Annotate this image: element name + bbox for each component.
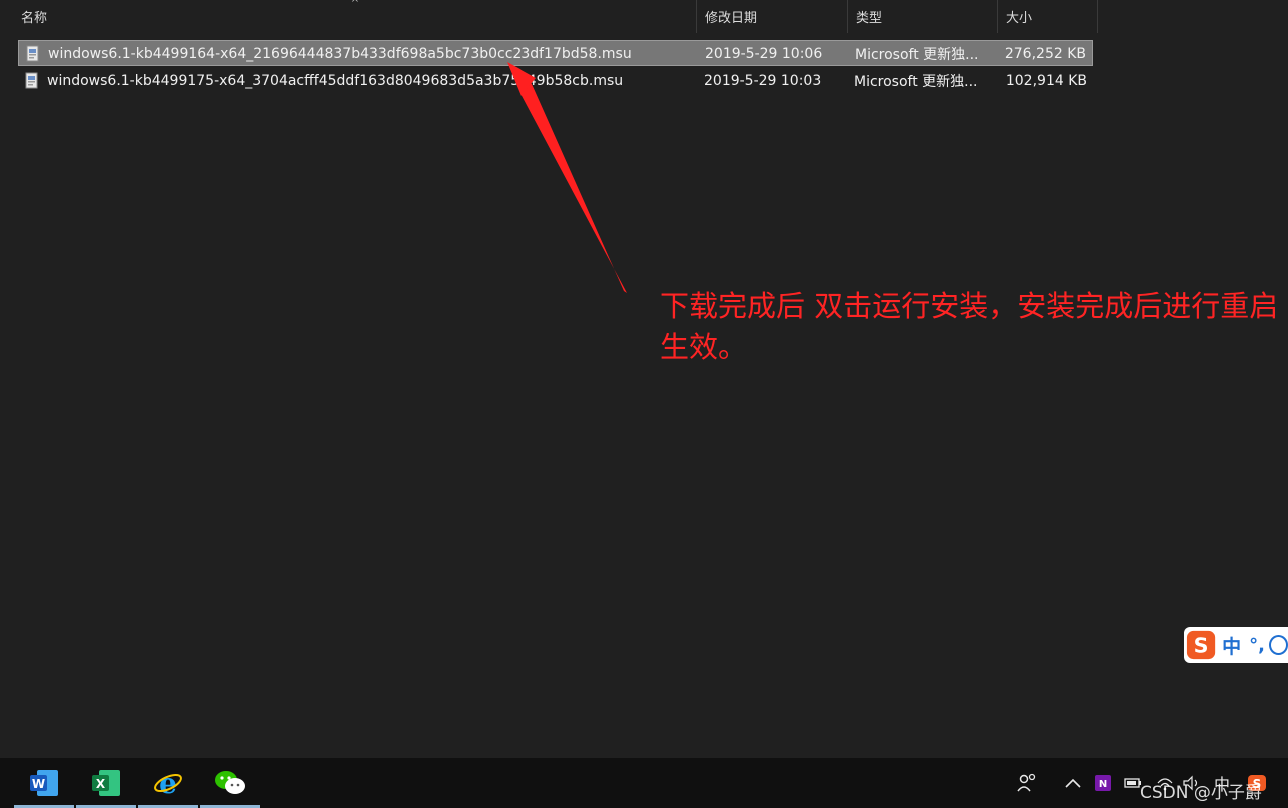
msu-file-icon (26, 45, 39, 62)
explorer-window: ^ 名称 修改日期 类型 大小 windows6.1-kb4499164-x64… (0, 0, 1288, 808)
sogou-logo-icon: S (1186, 630, 1216, 660)
svg-text:N: N (1099, 779, 1107, 790)
file-size: 102,914 KB (1005, 73, 1087, 89)
column-type-label: 类型 (856, 11, 883, 26)
csdn-watermark: CSDN @小子爵 (1140, 783, 1262, 803)
ime-mode[interactable]: 中 (1222, 632, 1241, 659)
file-modified: 2019-5-29 10:03 (704, 73, 822, 89)
ime-toolbar[interactable]: S 中 °, (1184, 627, 1288, 663)
column-modified-label: 修改日期 (705, 11, 758, 26)
wechat-icon (215, 771, 245, 794)
column-type[interactable]: 类型 (848, 0, 998, 33)
file-type: Microsoft 更新独... (855, 47, 979, 63)
file-name: windows6.1-kb4499164-x64_21696444837b433… (48, 46, 632, 62)
column-name[interactable]: 名称 (0, 0, 697, 33)
column-name-label: 名称 (21, 11, 48, 26)
msu-file-icon (25, 72, 38, 89)
taskbar-excel[interactable]: X (76, 758, 136, 808)
taskbar: W X e N 中 S (0, 758, 1288, 808)
file-row[interactable]: windows6.1-kb4499175-x64_3704acfff45ddf1… (18, 68, 1093, 94)
column-size[interactable]: 大小 (998, 0, 1098, 33)
word-icon: W (30, 770, 58, 796)
ime-emoji-icon[interactable] (1268, 635, 1288, 655)
column-modified[interactable]: 修改日期 (697, 0, 848, 33)
ime-punctuation[interactable]: °, (1249, 635, 1265, 656)
file-size: 276,252 KB (1004, 46, 1086, 62)
taskbar-wechat[interactable] (200, 758, 260, 808)
onenote-tray-icon[interactable]: N (1094, 758, 1112, 808)
excel-icon: X (92, 770, 120, 796)
tray-expand-icon[interactable] (1064, 758, 1082, 808)
svg-text:W: W (32, 777, 45, 791)
people-icon[interactable] (1016, 758, 1038, 808)
svg-text:e: e (159, 768, 177, 798)
file-name: windows6.1-kb4499175-x64_3704acfff45ddf1… (47, 73, 624, 89)
svg-text:X: X (96, 777, 106, 791)
annotation-arrow (507, 62, 627, 293)
file-modified: 2019-5-29 10:06 (705, 46, 823, 62)
annotation-text: 下载完成后 双击运行安装，安装完成后进行重启生效。 (660, 289, 1279, 364)
taskbar-ie[interactable]: e (138, 758, 198, 808)
column-header: ^ 名称 修改日期 类型 大小 (0, 0, 1098, 34)
ie-icon: e (154, 768, 182, 798)
file-row[interactable]: windows6.1-kb4499164-x64_21696444837b433… (18, 40, 1093, 66)
column-size-label: 大小 (1006, 11, 1033, 26)
taskbar-word[interactable]: W (14, 758, 74, 808)
file-type: Microsoft 更新独... (854, 74, 978, 90)
svg-text:S: S (1194, 634, 1209, 658)
